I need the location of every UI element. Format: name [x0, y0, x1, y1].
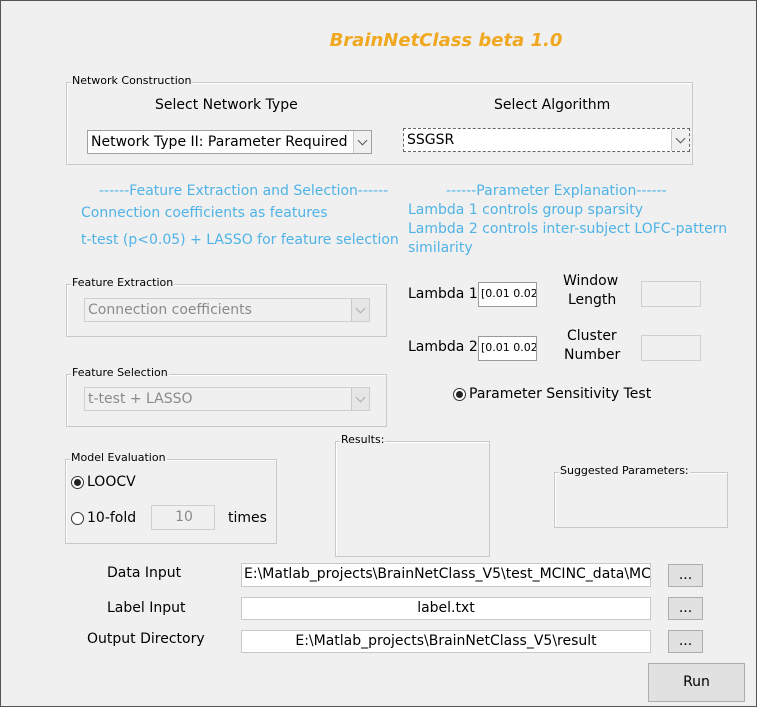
suggested-parameters-label: Suggested Parameters: — [559, 464, 690, 478]
algorithm-label: Select Algorithm — [494, 97, 611, 113]
chevron-down-icon[interactable] — [351, 388, 369, 410]
times-input[interactable]: 10 — [151, 505, 215, 530]
lambda2-input[interactable]: [0.01 0.02 0.03 0.04 0.05] — [478, 336, 537, 361]
param-line-3: similarity — [408, 240, 473, 256]
results-panel: Results: — [335, 433, 490, 557]
sensitivity-label: Parameter Sensitivity Test — [469, 386, 652, 402]
feature-line-1: Connection coefficients as features — [81, 205, 328, 221]
window-length-label-1: Window — [563, 273, 619, 289]
feature-extraction-dropdown[interactable]: Connection coefficients — [84, 298, 370, 322]
param-heading: ------Parameter Explanation------ — [446, 183, 667, 199]
param-line-2: Lambda 2 controls inter-subject LOFC-pat… — [408, 221, 728, 237]
param-line-1: Lambda 1 controls group sparsity — [408, 202, 644, 218]
run-button[interactable]: Run — [648, 663, 745, 702]
feature-selection-label: Feature Selection — [71, 366, 169, 380]
chevron-down-icon[interactable] — [671, 129, 689, 151]
model-evaluation-group: Model Evaluation — [65, 451, 277, 544]
feature-extraction-value: Connection coefficients — [88, 302, 252, 318]
cluster-number-input[interactable] — [641, 335, 701, 361]
output-browse-button[interactable]: ... — [668, 630, 703, 653]
window-length-input[interactable] — [641, 281, 701, 307]
feature-extraction-label: Feature Extraction — [71, 276, 175, 290]
output-directory-label: Output Directory — [87, 631, 205, 647]
loocv-label: LOOCV — [87, 474, 136, 490]
network-type-dropdown[interactable]: Network Type II: Parameter Required — [87, 130, 372, 154]
algorithm-value: SSGSR — [407, 132, 455, 148]
cluster-number-label-2: Number — [564, 347, 621, 363]
chevron-down-icon[interactable] — [353, 131, 371, 153]
cluster-number-label-1: Cluster — [567, 328, 617, 344]
feature-line-2: t-test (p<0.05) + LASSO for feature sele… — [81, 232, 399, 248]
lambda2-label: Lambda 2 — [408, 339, 478, 355]
data-input-label: Data Input — [107, 565, 182, 581]
window-length-label-2: Length — [568, 292, 617, 308]
results-label: Results: — [340, 433, 386, 447]
app-title: BrainNetClass beta 1.0 — [329, 30, 563, 51]
algorithm-dropdown[interactable]: SSGSR — [403, 128, 690, 152]
tenfold-label: 10-fold — [87, 510, 137, 526]
sensitivity-radio[interactable] — [453, 388, 466, 401]
network-construction-label: Network Construction — [71, 74, 193, 88]
network-type-label: Select Network Type — [155, 97, 298, 113]
label-input-field[interactable]: label.txt — [241, 597, 651, 620]
output-directory-field[interactable]: E:\Matlab_projects\BrainNetClass_V5\resu… — [241, 630, 651, 653]
lambda1-label: Lambda 1 — [408, 286, 478, 302]
label-input-label: Label Input — [107, 600, 186, 616]
model-evaluation-label: Model Evaluation — [70, 451, 167, 465]
feature-selection-value: t-test + LASSO — [88, 391, 193, 407]
tenfold-radio[interactable] — [71, 512, 84, 525]
feature-selection-dropdown[interactable]: t-test + LASSO — [84, 387, 370, 411]
network-type-value: Network Type II: Parameter Required — [91, 134, 348, 150]
data-input-field[interactable]: E:\Matlab_projects\BrainNetClass_V5\test… — [241, 563, 651, 587]
loocv-radio[interactable] — [71, 476, 84, 489]
chevron-down-icon[interactable] — [351, 299, 369, 321]
suggested-parameters-panel: Suggested Parameters: — [554, 464, 728, 528]
label-browse-button[interactable]: ... — [668, 597, 703, 620]
feature-heading: ------Feature Extraction and Selection--… — [99, 183, 389, 199]
data-browse-button[interactable]: ... — [668, 564, 703, 587]
times-label: times — [228, 510, 267, 526]
lambda1-input[interactable]: [0.01 0.02 0.03 0.04 0.05] — [478, 282, 537, 307]
